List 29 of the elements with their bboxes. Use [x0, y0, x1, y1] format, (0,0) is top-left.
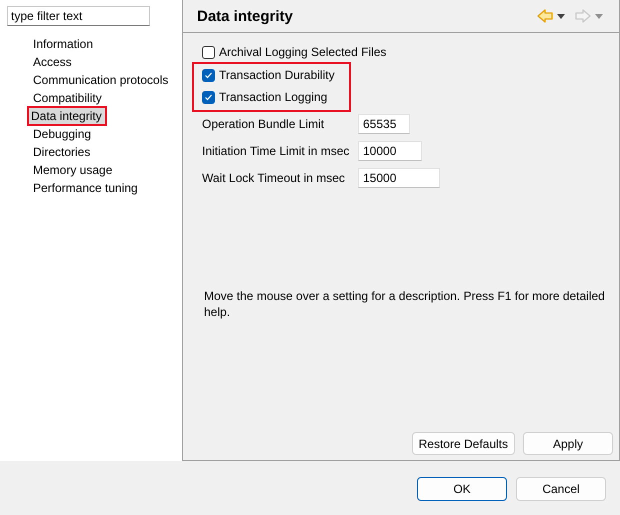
- field-label: Operation Bundle Limit: [202, 116, 326, 130]
- checkbox-label: Transaction Logging: [219, 90, 328, 104]
- sidebar-item[interactable]: Performance tuning: [29, 178, 142, 198]
- sidebar-item[interactable]: Debugging: [29, 124, 96, 144]
- sidebar-item[interactable]: Access: [29, 52, 76, 72]
- caret-icon[interactable]: [557, 14, 565, 18]
- number-field[interactable]: 65535: [358, 114, 410, 134]
- number-field[interactable]: 15000: [358, 168, 440, 188]
- checkbox[interactable]: [202, 90, 215, 104]
- checkbox-label: Transaction Durability: [219, 68, 335, 82]
- checkbox[interactable]: [202, 46, 215, 58]
- apply-button[interactable]: Apply: [523, 432, 613, 455]
- field-label: Initiation Time Limit in msec: [202, 144, 350, 158]
- filter-field[interactable]: type filter text: [7, 6, 150, 26]
- sidebar-item[interactable]: Information: [29, 34, 98, 54]
- cancel-button[interactable]: Cancel: [516, 477, 606, 501]
- sidebar-item[interactable]: Compatibility: [29, 88, 106, 108]
- sidebar-item[interactable]: Memory usage: [29, 160, 116, 180]
- checkbox[interactable]: [202, 68, 215, 82]
- sidebar-item[interactable]: Communication protocols: [29, 70, 172, 90]
- page-title: Data integrity: [197, 8, 294, 24]
- sidebar-item[interactable]: Data integrity: [27, 106, 107, 126]
- restore-defaults-button[interactable]: Restore Defaults: [412, 432, 515, 455]
- number-field[interactable]: 10000: [358, 140, 422, 160]
- description-text: Move the mouse over a setting for a description. Press F1 for more detailed help.: [204, 288, 606, 320]
- field-label: Wait Lock Timeout in msec: [202, 170, 346, 184]
- ok-button[interactable]: OK: [417, 477, 507, 501]
- checkbox-label: Archival Logging Selected Files: [219, 45, 386, 59]
- sidebar-item[interactable]: Directories: [29, 142, 94, 162]
